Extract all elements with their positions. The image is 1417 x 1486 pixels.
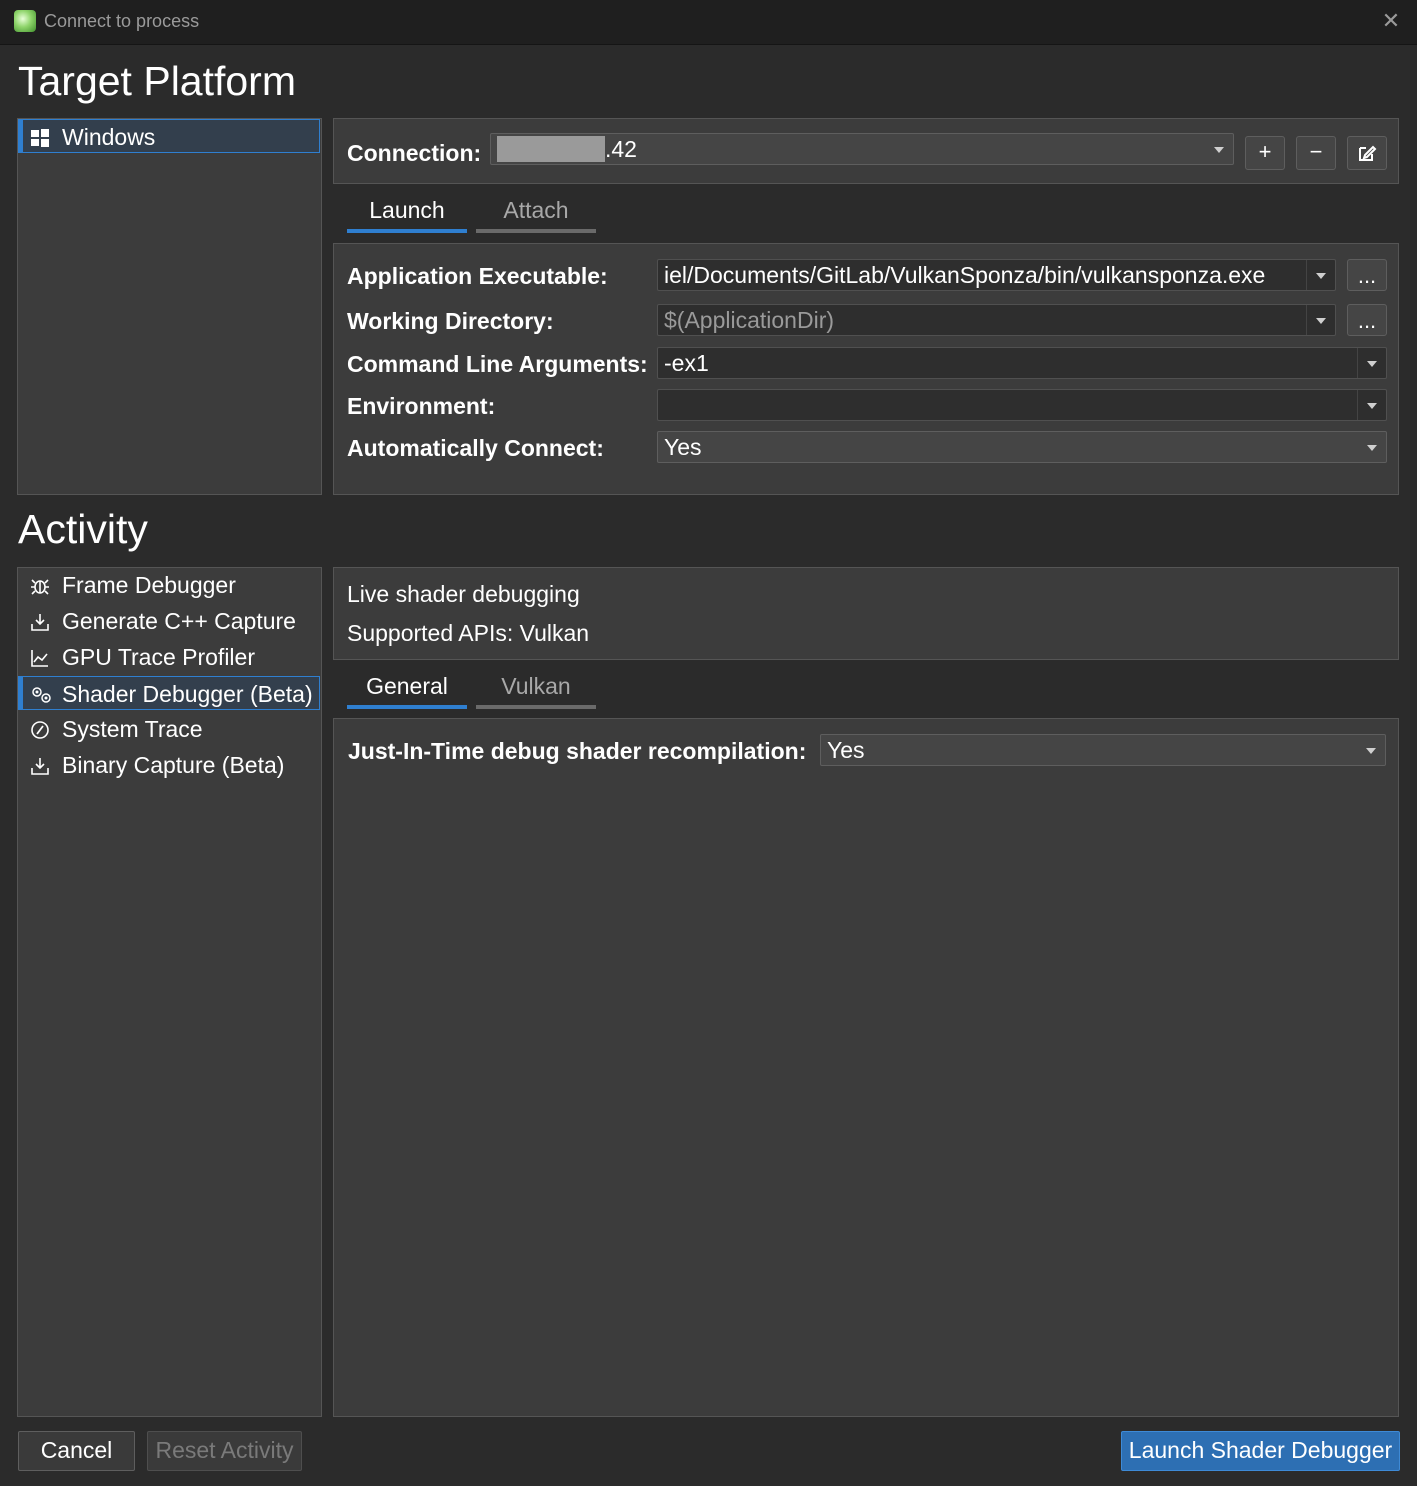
activity-item-frame-debugger[interactable]: Frame Debugger <box>18 568 320 602</box>
title-bar: Connect to process ✕ <box>0 0 1417 45</box>
download-icon <box>31 758 49 775</box>
activity-item-label: Shader Debugger (Beta) <box>62 681 313 707</box>
browse-dir-button[interactable]: ... <box>1347 304 1387 336</box>
chevron-down-icon[interactable] <box>1205 134 1233 164</box>
chart-icon <box>31 650 48 667</box>
download-icon <box>31 614 49 631</box>
bug-icon <box>31 579 49 595</box>
working-dir-label: Working Directory: <box>347 308 554 334</box>
activity-heading: Activity <box>18 506 148 552</box>
window-title: Connect to process <box>44 11 200 31</box>
cancel-button[interactable]: Cancel <box>18 1431 135 1471</box>
platform-item-windows[interactable]: Windows <box>18 119 320 153</box>
jit-value: Yes <box>827 737 865 763</box>
add-connection-button[interactable]: + <box>1245 136 1285 170</box>
activity-item-generate-cpp-capture[interactable]: Generate C++ Capture <box>18 604 320 638</box>
working-dir-value: $(ApplicationDir) <box>664 307 835 333</box>
activity-item-system-trace[interactable]: System Trace <box>18 712 320 746</box>
app-exe-label: Application Executable: <box>347 263 608 289</box>
close-icon[interactable]: ✕ <box>1378 8 1404 34</box>
edit-icon <box>1359 145 1377 161</box>
launch-form: Application Executable: iel/Documents/Gi… <box>333 243 1399 495</box>
activity-list: Frame Debugger Generate C++ Capture GPU … <box>17 567 322 1417</box>
tab-launch[interactable]: Launch <box>347 193 467 233</box>
redacted-host <box>497 136 605 162</box>
jit-combo[interactable]: Yes <box>820 734 1386 766</box>
chevron-down-icon[interactable] <box>1357 735 1385 765</box>
gauge-icon <box>31 721 49 739</box>
tab-general[interactable]: General <box>347 669 467 709</box>
reset-activity-button[interactable]: Reset Activity <box>147 1431 302 1471</box>
connection-panel: Connection: .42 + − <box>333 118 1399 184</box>
activity-description-line1: Live shader debugging <box>347 581 580 607</box>
chevron-down-icon[interactable] <box>1357 348 1386 378</box>
general-settings-panel: Just-In-Time debug shader recompilation:… <box>333 718 1399 1417</box>
browse-exe-button[interactable]: ... <box>1347 259 1387 291</box>
activity-item-binary-capture[interactable]: Binary Capture (Beta) <box>18 748 320 782</box>
remove-connection-button[interactable]: − <box>1296 136 1336 170</box>
activity-item-label: Generate C++ Capture <box>62 608 296 634</box>
environment-combo[interactable] <box>657 389 1387 421</box>
activity-item-label: Binary Capture (Beta) <box>62 752 285 778</box>
windows-icon <box>31 129 49 147</box>
app-exe-combo[interactable]: iel/Documents/GitLab/VulkanSponza/bin/vu… <box>657 259 1336 291</box>
chevron-down-icon[interactable] <box>1306 305 1335 335</box>
launch-shader-debugger-button[interactable]: Launch Shader Debugger <box>1121 1431 1400 1471</box>
chevron-down-icon[interactable] <box>1358 432 1386 462</box>
environment-label: Environment: <box>347 393 496 419</box>
auto-connect-combo[interactable]: Yes <box>657 431 1387 463</box>
connection-combo[interactable]: .42 <box>490 133 1234 165</box>
activity-item-label: System Trace <box>62 716 203 742</box>
activity-description: Live shader debugging Supported APIs: Vu… <box>333 567 1399 660</box>
working-dir-combo[interactable]: $(ApplicationDir) <box>657 304 1336 336</box>
activity-item-gpu-trace-profiler[interactable]: GPU Trace Profiler <box>18 640 320 674</box>
tab-attach[interactable]: Attach <box>476 193 596 233</box>
tab-vulkan[interactable]: Vulkan <box>476 669 596 709</box>
chevron-down-icon[interactable] <box>1357 390 1386 420</box>
platform-item-label: Windows <box>62 124 156 150</box>
auto-connect-value: Yes <box>664 434 702 460</box>
connection-value: .42 <box>605 136 637 162</box>
auto-connect-label: Automatically Connect: <box>347 435 604 461</box>
app-icon <box>14 10 36 32</box>
edit-connection-button[interactable] <box>1347 136 1387 170</box>
cmd-args-value: -ex1 <box>664 350 709 376</box>
app-exe-value: iel/Documents/GitLab/VulkanSponza/bin/vu… <box>664 262 1266 288</box>
cmd-args-label: Command Line Arguments: <box>347 351 648 377</box>
activity-item-label: Frame Debugger <box>62 572 236 598</box>
activity-item-label: GPU Trace Profiler <box>62 644 255 670</box>
activity-item-shader-debugger[interactable]: Shader Debugger (Beta) <box>18 676 320 710</box>
chevron-down-icon[interactable] <box>1306 260 1335 290</box>
target-platform-heading: Target Platform <box>18 58 296 104</box>
cmd-args-combo[interactable]: -ex1 <box>657 347 1387 379</box>
connection-label: Connection: <box>347 140 482 166</box>
platform-list: Windows <box>17 118 322 495</box>
activity-description-line2: Supported APIs: Vulkan <box>347 620 590 646</box>
jit-label: Just-In-Time debug shader recompilation: <box>348 738 807 764</box>
gears-icon <box>32 687 51 703</box>
